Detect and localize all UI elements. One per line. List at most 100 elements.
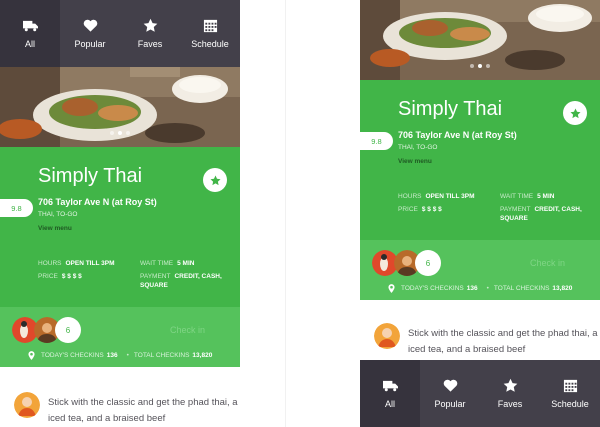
food-photo-illustration — [0, 67, 240, 147]
calendar-icon — [563, 379, 577, 393]
favorite-button[interactable] — [203, 168, 227, 192]
carousel-dot-active[interactable] — [118, 131, 122, 135]
carousel-dot[interactable] — [126, 131, 130, 135]
calendar-icon — [203, 19, 217, 33]
divider-line — [285, 0, 286, 427]
wait-label: WAIT TIME — [500, 193, 534, 200]
todays-checkins-value: 136 — [106, 352, 118, 359]
tab-faves[interactable]: Faves — [480, 360, 540, 427]
food-photo[interactable] — [0, 67, 240, 147]
truck-icon — [382, 380, 398, 392]
star-icon — [209, 175, 221, 185]
restaurant-cuisine: THAI, TO-GO — [398, 144, 438, 151]
separator-dot: • — [126, 352, 129, 359]
tab-bar: All Popular Faves Schedule — [0, 0, 240, 67]
checkin-count[interactable]: 6 — [55, 317, 81, 343]
score-badge: 9.8 — [360, 132, 393, 150]
payment-label: PAYMENT — [500, 206, 531, 213]
view-menu-link[interactable]: View menu — [398, 158, 432, 165]
price-value: $ $ $ $ — [61, 273, 82, 280]
restaurant-address: 706 Taylor Ave N (at Roy St) — [38, 197, 157, 207]
carousel-dots — [0, 131, 240, 135]
carousel-dot[interactable] — [470, 64, 474, 68]
todays-checkins-value: 136 — [466, 285, 478, 292]
star-icon — [143, 18, 157, 32]
price-label: PRICE — [38, 273, 58, 280]
comment-text: Stick with the classic and get the phad … — [408, 328, 600, 355]
checkin-stats: TODAY'S CHECKINS 136 • TOTAL CHECKINS 13,8… — [28, 351, 216, 360]
restaurant-cuisine: THAI, TO-GO — [38, 211, 78, 218]
payment-label: PAYMENT — [140, 273, 171, 280]
comment-avatar[interactable] — [374, 323, 400, 349]
hours-label: HOURS — [398, 193, 422, 200]
restaurant-name: Simply Thai — [38, 165, 143, 187]
tab-all[interactable]: All — [360, 360, 420, 427]
checkin-band: 6 Check in TODAY'S CHECKINS 136 • TOTAL C… — [360, 240, 600, 300]
tab-bar: All Popular Faves Schedule — [360, 360, 600, 427]
avatar-illustration — [374, 323, 400, 349]
separator-dot: • — [486, 285, 489, 292]
tab-schedule[interactable]: Schedule — [540, 360, 600, 427]
todays-checkins-label: TODAY'S CHECKINS — [41, 352, 104, 359]
tab-schedule[interactable]: Schedule — [180, 0, 240, 67]
price-row: PRICE $ $ $ $ — [398, 205, 442, 214]
carousel-dot[interactable] — [486, 64, 490, 68]
heart-icon — [443, 379, 457, 392]
check-in-button[interactable]: Check in — [530, 258, 565, 268]
app-showcase: All Popular Faves Schedule Simply Thai 9… — [0, 0, 600, 427]
star-icon — [569, 108, 581, 118]
wait-value: 5 MIN — [177, 260, 195, 267]
score-badge: 9.8 — [0, 199, 33, 217]
food-photo-illustration — [360, 0, 600, 80]
tab-label: All — [384, 399, 395, 409]
restaurant-address: 706 Taylor Ave N (at Roy St) — [398, 130, 517, 140]
tab-label: Schedule — [191, 39, 229, 49]
hours-value: OPEN TILL 3PM — [65, 260, 115, 267]
tab-popular[interactable]: Popular — [60, 0, 120, 67]
hours-row: HOURS OPEN TILL 3PM — [38, 259, 114, 268]
check-in-button[interactable]: Check in — [170, 325, 205, 335]
view-menu-link[interactable]: View menu — [38, 225, 72, 232]
tab-all[interactable]: All — [0, 0, 60, 67]
price-label: PRICE — [398, 206, 418, 213]
wait-value: 5 MIN — [537, 193, 555, 200]
favorite-button[interactable] — [563, 101, 587, 125]
hours-value: OPEN TILL 3PM — [425, 193, 475, 200]
wait-row: WAIT TIME 5 MIN — [500, 192, 554, 201]
restaurant-info-card: Simply Thai 9.8 706 Taylor Ave N (at Roy… — [360, 80, 600, 240]
payment-row: PAYMENT CREDIT, CASH, SQUARE — [140, 272, 235, 290]
checkin-count[interactable]: 6 — [415, 250, 441, 276]
hours-label: HOURS — [38, 260, 62, 267]
location-pin-icon — [28, 351, 35, 360]
restaurant-screen-scrolled-top: All Popular Faves Schedule Simply Thai 9… — [0, 0, 240, 427]
checkin-stats: TODAY'S CHECKINS 136 • TOTAL CHECKINS 13,8… — [388, 284, 576, 293]
wait-row: WAIT TIME 5 MIN — [140, 259, 194, 268]
wait-label: WAIT TIME — [140, 260, 174, 267]
tab-faves[interactable]: Faves — [120, 0, 180, 67]
payment-row: PAYMENT CREDIT, CASH, SQUARE — [500, 205, 595, 223]
total-checkins-label: TOTAL CHECKINS — [493, 285, 550, 292]
tab-label: Faves — [137, 39, 163, 49]
total-checkins-value: 13,820 — [192, 352, 213, 359]
tab-popular[interactable]: Popular — [420, 360, 480, 427]
comment-avatar[interactable] — [14, 392, 40, 418]
tab-label: Faves — [497, 399, 523, 409]
tab-label: Schedule — [551, 399, 589, 409]
todays-checkins-label: TODAY'S CHECKINS — [401, 285, 464, 292]
carousel-dots — [360, 64, 600, 68]
heart-icon — [83, 19, 97, 32]
price-row: PRICE $ $ $ $ — [38, 272, 82, 281]
restaurant-screen-scrolled: Simply Thai 9.8 706 Taylor Ave N (at Roy… — [360, 0, 600, 427]
location-pin-icon — [388, 284, 395, 293]
avatar-illustration — [14, 392, 40, 418]
hours-row: HOURS OPEN TILL 3PM — [398, 192, 474, 201]
comment-text: Stick with the classic and get the phad … — [48, 397, 240, 424]
tab-label: Popular — [74, 39, 106, 49]
price-value: $ $ $ $ — [421, 206, 442, 213]
carousel-dot[interactable] — [110, 131, 114, 135]
food-photo[interactable] — [360, 0, 600, 80]
carousel-dot-active[interactable] — [478, 64, 482, 68]
truck-icon — [22, 20, 38, 32]
total-checkins-label: TOTAL CHECKINS — [133, 352, 190, 359]
checkin-band: 6 Check in TODAY'S CHECKINS 136 • TOTAL C… — [0, 307, 240, 367]
